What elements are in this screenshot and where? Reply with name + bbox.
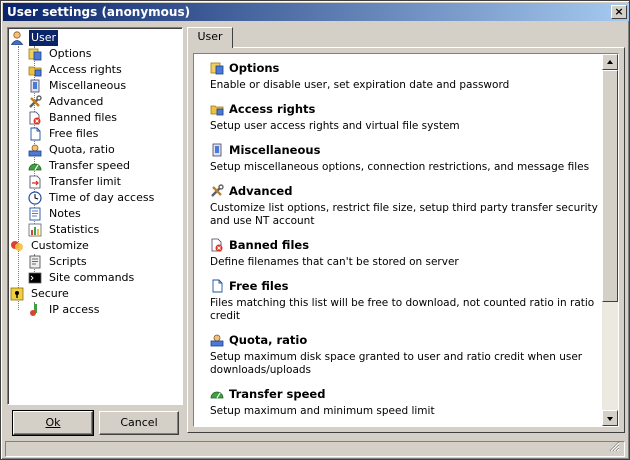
resize-grip-icon[interactable] <box>608 440 620 452</box>
section-description: Files matching this list will be free to… <box>210 297 595 322</box>
section-description: Setup maximum disk space granted to user… <box>210 351 583 376</box>
section-description: Setup miscellaneous options, connection … <box>210 161 590 173</box>
section-banned-files[interactable]: Banned files Define filenames that can't… <box>210 237 602 269</box>
close-button[interactable]: × <box>611 5 627 19</box>
scroll-down-button[interactable] <box>602 410 618 426</box>
section-title[interactable]: Options <box>210 60 602 76</box>
tab-user-label: User <box>197 30 223 43</box>
tree-item-label: Transfer speed <box>49 159 130 172</box>
user-settings-window: User settings (anonymous) × User Options… <box>0 0 630 460</box>
scripts-icon <box>28 255 42 269</box>
section-description: Enable or disable user, set expiration d… <box>210 79 510 91</box>
title-bar[interactable]: User settings (anonymous) × <box>3 3 629 21</box>
notes-icon <box>28 207 42 221</box>
section-title[interactable]: Miscellaneous <box>210 142 602 158</box>
section-title[interactable]: Advanced <box>210 183 602 199</box>
section-quota-ratio[interactable]: Quota, ratio Setup maximum disk space gr… <box>210 332 602 377</box>
section-title-text: Transfer speed <box>229 387 326 401</box>
section-title-text: Banned files <box>229 238 310 252</box>
access-rights-icon <box>210 102 224 116</box>
tree-item-label: Statistics <box>49 223 100 236</box>
section-options[interactable]: Options Enable or disable user, set expi… <box>210 60 602 92</box>
settings-overview-panel: Options Enable or disable user, set expi… <box>193 53 619 427</box>
section-title-text: Miscellaneous <box>229 143 321 157</box>
section-transfer-speed[interactable]: Transfer speed Setup maximum and minimum… <box>210 386 602 418</box>
options-icon <box>210 61 224 75</box>
ok-button-label: Ok <box>45 416 61 429</box>
section-description: Customize list options, restrict file si… <box>210 202 598 227</box>
miscellaneous-icon <box>210 143 224 157</box>
tree-item-label: Transfer limit <box>49 175 121 188</box>
status-bar <box>5 441 625 457</box>
speed-gauge-icon <box>28 159 42 173</box>
tree-item-label: Scripts <box>49 255 87 268</box>
ip-access-icon <box>28 303 42 317</box>
section-description: Setup maximum and minimum speed limit <box>210 405 435 417</box>
customize-icon <box>10 239 24 253</box>
section-title-text: Free files <box>229 279 289 293</box>
free-files-icon <box>28 127 42 141</box>
advanced-tools-icon <box>210 184 224 198</box>
tab-user[interactable]: User <box>187 27 233 48</box>
section-description: Setup user access rights and virtual fil… <box>210 120 460 132</box>
section-description: Define filenames that can't be stored on… <box>210 256 459 268</box>
tree-item-label: Quota, ratio <box>49 143 115 156</box>
speed-gauge-icon <box>210 387 224 401</box>
section-title-text: Quota, ratio <box>229 333 308 347</box>
miscellaneous-icon <box>28 79 42 93</box>
arrow-down-icon <box>607 417 613 421</box>
section-title[interactable]: Free files <box>210 278 602 294</box>
scroll-up-button[interactable] <box>602 54 618 70</box>
arrow-up-icon <box>607 60 613 64</box>
section-title-text: Advanced <box>229 184 293 198</box>
section-access-rights[interactable]: Access rights Setup user access rights a… <box>210 101 602 133</box>
access-rights-icon <box>28 63 42 77</box>
tree-item-label: IP access <box>49 303 100 316</box>
tree-item-label: Secure <box>31 287 69 300</box>
tree-item-label: Advanced <box>49 95 104 108</box>
banned-files-icon <box>28 111 42 125</box>
tree-item-label: Free files <box>49 127 99 140</box>
section-list: Options Enable or disable user, set expi… <box>210 60 602 426</box>
options-icon <box>28 47 42 61</box>
banned-files-icon <box>210 238 224 252</box>
section-free-files[interactable]: Free files Files matching this list will… <box>210 278 602 323</box>
section-advanced[interactable]: Advanced Customize list options, restric… <box>210 183 602 228</box>
cancel-button[interactable]: Cancel <box>99 411 179 435</box>
tree-item-label: Time of day access <box>49 191 155 204</box>
tree-item-label: Site commands <box>49 271 135 284</box>
section-title[interactable]: Transfer speed <box>210 386 602 402</box>
tree-item-label: Miscellaneous <box>49 79 127 92</box>
section-title[interactable]: Quota, ratio <box>210 332 602 348</box>
site-commands-icon <box>28 271 42 285</box>
scroll-thumb[interactable] <box>602 70 618 302</box>
tree-item-label: Customize <box>31 239 89 252</box>
tree-item-label: User <box>29 30 59 46</box>
section-title-text: Options <box>229 61 280 75</box>
clock-icon <box>28 191 42 205</box>
transfer-limit-icon <box>28 175 42 189</box>
section-miscellaneous[interactable]: Miscellaneous Setup miscellaneous option… <box>210 142 602 174</box>
statistics-icon <box>28 223 42 237</box>
vertical-scrollbar[interactable] <box>602 54 618 426</box>
tree-item-label: Banned files <box>49 111 117 124</box>
secure-key-icon <box>10 287 24 301</box>
ok-button[interactable]: Ok <box>12 410 94 436</box>
user-icon <box>10 31 24 45</box>
tree-item-label: Notes <box>49 207 81 220</box>
quota-icon <box>28 143 42 157</box>
tree-item-label: Options <box>49 47 92 60</box>
window-title: User settings (anonymous) <box>7 5 191 19</box>
quota-icon <box>210 333 224 347</box>
section-title[interactable]: Banned files <box>210 237 602 253</box>
settings-tree[interactable]: User Options Access rights Miscellaneous <box>7 27 183 405</box>
section-title[interactable]: Access rights <box>210 101 602 117</box>
cancel-button-label: Cancel <box>120 416 158 429</box>
tree-branch-line <box>18 46 19 310</box>
advanced-tools-icon <box>28 95 42 109</box>
tree-item-label: Access rights <box>49 63 122 76</box>
section-title-text: Access rights <box>229 102 316 116</box>
free-files-icon <box>210 279 224 293</box>
